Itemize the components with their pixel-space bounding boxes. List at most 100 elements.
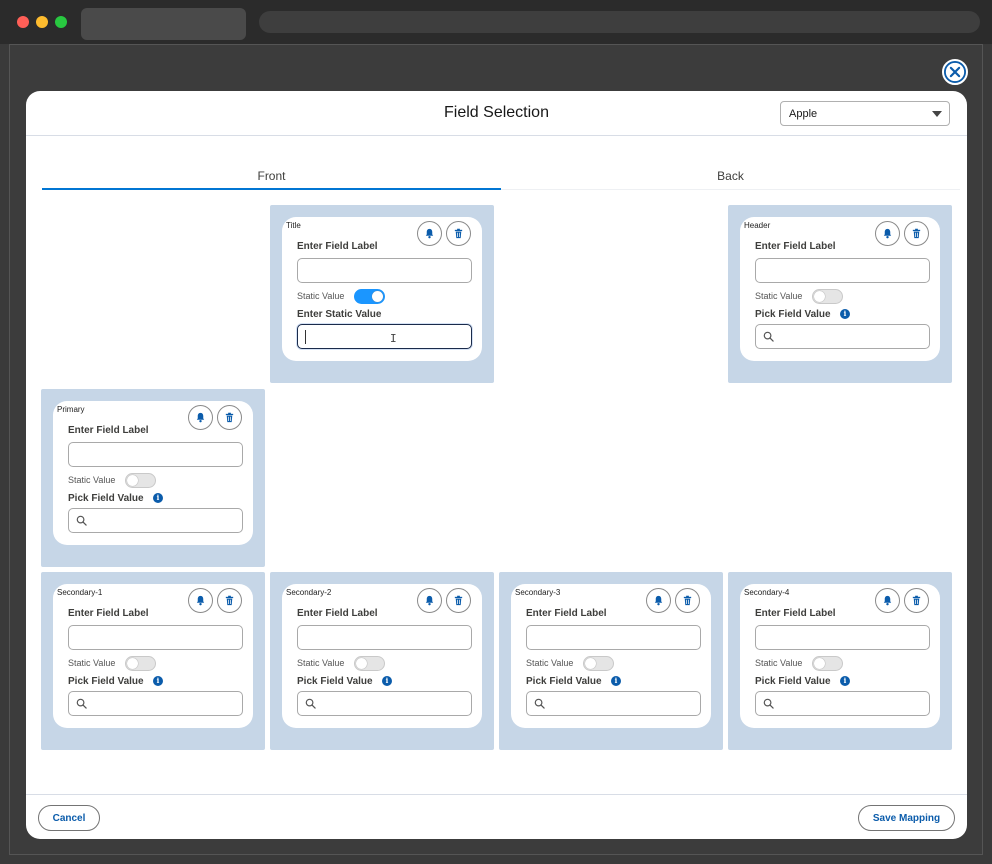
static-value-toggle[interactable]: [354, 289, 385, 304]
notify-button[interactable]: [875, 221, 900, 246]
trash-icon: [454, 595, 463, 606]
pick-field-heading: Pick Field Value: [68, 676, 144, 687]
field-selection-modal: Field Selection Apple Front Back Title E…: [26, 91, 967, 839]
field-card-secondary-4: Secondary-4 Enter Field Label Static Val…: [740, 584, 940, 728]
modal-footer: Cancel Save Mapping: [26, 794, 967, 839]
address-bar[interactable]: [259, 11, 980, 33]
pick-field-heading: Pick Field Value: [755, 676, 831, 687]
static-value-toggle[interactable]: [354, 656, 385, 671]
info-icon[interactable]: i: [611, 676, 621, 686]
notify-button[interactable]: [417, 588, 442, 613]
notify-button[interactable]: [417, 221, 442, 246]
delete-button[interactable]: [904, 221, 929, 246]
cancel-button[interactable]: Cancel: [38, 805, 100, 831]
static-value-label: Static Value: [526, 658, 574, 668]
static-value-toggle[interactable]: [812, 289, 843, 304]
browser-tab[interactable]: [81, 8, 246, 40]
field-card-title: Title Enter Field Label Static Value Ent…: [282, 217, 482, 361]
toggle-knob: [372, 291, 383, 302]
object-select[interactable]: Apple: [780, 101, 950, 126]
search-icon: [76, 698, 87, 709]
static-value-label: Static Value: [68, 475, 116, 485]
window-close-dot[interactable]: [17, 16, 29, 28]
slot-name: Secondary-4: [744, 588, 790, 597]
search-icon: [763, 331, 774, 342]
trash-icon: [683, 595, 692, 606]
search-icon: [76, 515, 87, 526]
notify-button[interactable]: [646, 588, 671, 613]
field-label-heading: Enter Field Label: [526, 608, 607, 619]
slot-name: Secondary-3: [515, 588, 561, 597]
chevron-down-icon: [932, 111, 942, 117]
field-search-input[interactable]: [755, 691, 930, 716]
toggle-knob: [585, 658, 596, 669]
slot-cell-primary: Primary Enter Field Label Static Value P…: [41, 389, 265, 567]
field-search-input[interactable]: [68, 508, 243, 533]
info-icon[interactable]: i: [840, 309, 850, 319]
delete-button[interactable]: [675, 588, 700, 613]
notify-button[interactable]: [188, 405, 213, 430]
bell-icon: [883, 228, 892, 239]
field-label-input[interactable]: [526, 625, 701, 650]
slot-name: Primary: [57, 405, 85, 414]
field-search-input[interactable]: [297, 691, 472, 716]
modal-close-button[interactable]: [942, 59, 968, 85]
slot-name: Title: [286, 221, 301, 230]
slot-name: Secondary-1: [57, 588, 103, 597]
toggle-knob: [127, 475, 138, 486]
field-search-input[interactable]: [526, 691, 701, 716]
static-value-heading: Enter Static Value: [297, 309, 382, 320]
notify-button[interactable]: [188, 588, 213, 613]
search-icon: [534, 698, 545, 709]
field-card-primary: Primary Enter Field Label Static Value P…: [53, 401, 253, 545]
info-icon[interactable]: i: [153, 493, 163, 503]
slot-cell-secondary-1: Secondary-1 Enter Field Label Static Val…: [41, 572, 265, 750]
static-value-toggle[interactable]: [812, 656, 843, 671]
field-label-heading: Enter Field Label: [68, 425, 149, 436]
window-zoom-dot[interactable]: [55, 16, 67, 28]
field-search-input[interactable]: [68, 691, 243, 716]
static-value-toggle[interactable]: [583, 656, 614, 671]
window-chrome: [0, 0, 992, 44]
text-cursor: [305, 330, 306, 344]
toggle-knob: [127, 658, 138, 669]
field-label-input[interactable]: [297, 625, 472, 650]
field-label-input[interactable]: [68, 625, 243, 650]
tab-back[interactable]: Back: [501, 162, 960, 190]
trash-icon: [225, 595, 234, 606]
static-value-toggle[interactable]: [125, 473, 156, 488]
slot-name: Header: [744, 221, 771, 230]
delete-button[interactable]: [446, 221, 471, 246]
field-label-heading: Enter Field Label: [297, 241, 378, 252]
static-value-label: Static Value: [755, 658, 803, 668]
static-value-label: Static Value: [297, 291, 345, 301]
static-value-input[interactable]: I: [297, 324, 472, 349]
tab-front[interactable]: Front: [42, 162, 501, 190]
delete-button[interactable]: [904, 588, 929, 613]
pick-field-heading: Pick Field Value: [297, 676, 373, 687]
field-label-input[interactable]: [68, 442, 243, 467]
toggle-knob: [356, 658, 367, 669]
static-value-label: Static Value: [297, 658, 345, 668]
field-card-secondary-1: Secondary-1 Enter Field Label Static Val…: [53, 584, 253, 728]
slot-name: Secondary-2: [286, 588, 332, 597]
delete-button[interactable]: [446, 588, 471, 613]
delete-button[interactable]: [217, 588, 242, 613]
pick-field-heading: Pick Field Value: [526, 676, 602, 687]
notify-button[interactable]: [875, 588, 900, 613]
modal-header: Field Selection Apple: [26, 91, 967, 136]
field-search-input[interactable]: [755, 324, 930, 349]
field-label-input[interactable]: [755, 625, 930, 650]
pick-field-heading: Pick Field Value: [755, 309, 831, 320]
field-label-input[interactable]: [297, 258, 472, 283]
info-icon[interactable]: i: [840, 676, 850, 686]
window-minimize-dot[interactable]: [36, 16, 48, 28]
save-mapping-button[interactable]: Save Mapping: [858, 805, 955, 831]
delete-button[interactable]: [217, 405, 242, 430]
field-label-input[interactable]: [755, 258, 930, 283]
field-card-secondary-2: Secondary-2 Enter Field Label Static Val…: [282, 584, 482, 728]
static-value-toggle[interactable]: [125, 656, 156, 671]
info-icon[interactable]: i: [153, 676, 163, 686]
info-icon[interactable]: i: [382, 676, 392, 686]
slot-cell-header: Header Enter Field Label Static Value Pi…: [728, 205, 952, 383]
